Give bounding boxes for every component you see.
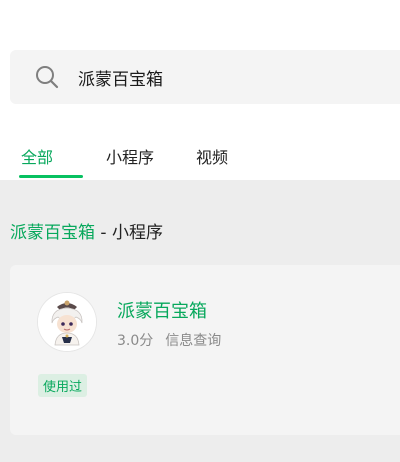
- search-header: 派蒙百宝箱 全部 小程序 视频: [0, 0, 400, 180]
- section-title-highlight: 派蒙百宝箱: [10, 223, 95, 243]
- app-name[interactable]: 派蒙百宝箱: [117, 297, 207, 323]
- app-avatar-icon[interactable]: [38, 293, 96, 351]
- app-rating: 3.0分: [117, 333, 154, 349]
- mini-program-result-card[interactable]: 派蒙百宝箱 3.0分 信息查询 使用过: [10, 265, 400, 435]
- tab-bar: 全部 小程序 视频: [10, 130, 228, 180]
- search-input[interactable]: 派蒙百宝箱: [10, 50, 400, 104]
- section-title: 派蒙百宝箱 - 小程序: [10, 218, 163, 243]
- app-category: 信息查询: [165, 333, 222, 349]
- search-results-page: 派蒙百宝箱 全部 小程序 视频 派蒙百宝箱 - 小程序 派蒙百宝箱 3.0分 信…: [0, 0, 400, 462]
- app-meta: 3.0分 信息查询: [117, 330, 221, 350]
- section-title-rest: - 小程序: [95, 223, 163, 243]
- tab-all[interactable]: 全部: [18, 130, 84, 180]
- used-badge: 使用过: [38, 374, 88, 397]
- tab-video[interactable]: 视频: [196, 130, 228, 180]
- tab-mini-program[interactable]: 小程序: [106, 130, 154, 180]
- search-query-text: 派蒙百宝箱: [78, 69, 163, 90]
- search-icon: [34, 64, 60, 90]
